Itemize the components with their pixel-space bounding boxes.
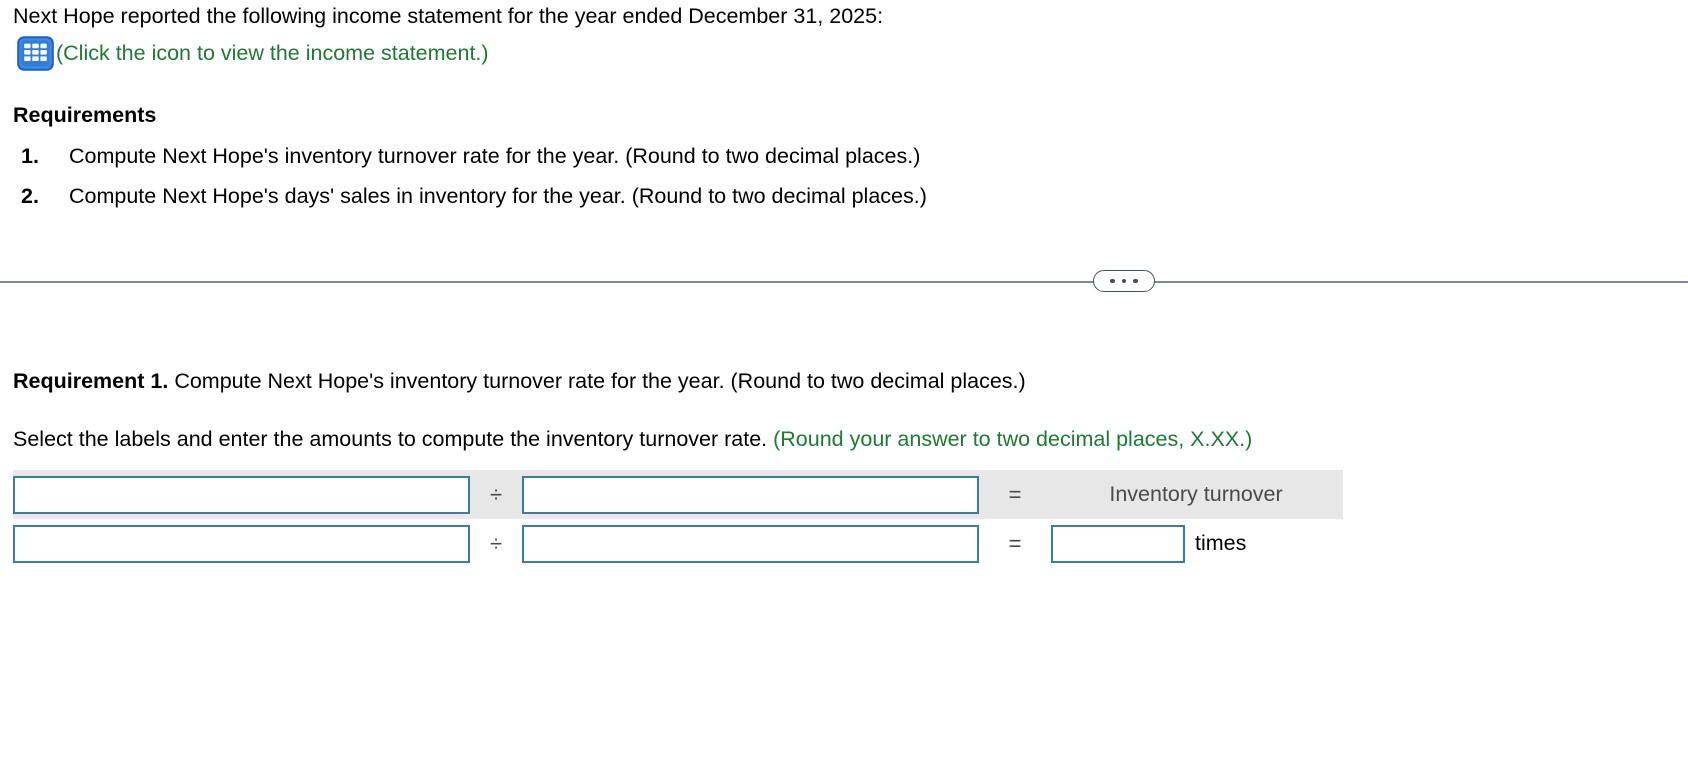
income-statement-caption[interactable]: (Click the icon to view the income state… bbox=[56, 39, 489, 67]
intro-sentence: Next Hope reported the following income … bbox=[13, 4, 884, 28]
requirement-number: 2. bbox=[21, 184, 39, 208]
section-divider bbox=[0, 270, 1688, 292]
spreadsheet-icon[interactable] bbox=[16, 35, 55, 72]
requirement1-label: Requirement 1. bbox=[13, 369, 169, 393]
divider-line bbox=[0, 281, 1688, 283]
denominator-label-field[interactable] bbox=[522, 475, 979, 514]
instruction-note: (Round your answer to two decimal places… bbox=[773, 427, 1253, 451]
requirement-text: Compute Next Hope's inventory turnover r… bbox=[69, 144, 921, 168]
requirement1-prompt: Compute Next Hope's inventory turnover r… bbox=[174, 369, 1026, 393]
result-label: Inventory turnover bbox=[1109, 482, 1283, 506]
divide-operator: ÷ bbox=[489, 481, 503, 507]
denominator-label-input[interactable] bbox=[524, 477, 977, 512]
expand-ellipsis-button[interactable] bbox=[1093, 270, 1155, 292]
ellipsis-dot bbox=[1110, 278, 1115, 284]
requirement-text: Compute Next Hope's days' sales in inven… bbox=[69, 184, 927, 208]
answer-unit-label: times bbox=[1195, 531, 1247, 555]
numerator-amount-field[interactable] bbox=[13, 524, 470, 563]
numerator-label-input[interactable] bbox=[15, 477, 468, 512]
requirement-item: 1. Compute Next Hope's inventory turnove… bbox=[13, 136, 1413, 176]
requirement1-instruction: Select the labels and enter the amounts … bbox=[13, 425, 1252, 453]
requirement1-heading: Requirement 1. Compute Next Hope's inven… bbox=[13, 367, 1026, 395]
formula-row-labels: ÷ = Inventory turnover bbox=[13, 470, 1343, 519]
requirements-list: 1. Compute Next Hope's inventory turnove… bbox=[13, 136, 1413, 216]
ellipsis-dot bbox=[1133, 278, 1138, 284]
income-statement-link-row[interactable]: (Click the icon to view the income state… bbox=[16, 34, 489, 72]
requirements-heading: Requirements bbox=[13, 103, 157, 127]
inventory-turnover-formula: ÷ = Inventory turnover ÷ = times bbox=[13, 470, 1343, 568]
equals-sign: = bbox=[1008, 530, 1022, 556]
numerator-label-field[interactable] bbox=[13, 475, 470, 514]
inventory-turnover-answer-field[interactable] bbox=[1051, 524, 1185, 563]
denominator-amount-input[interactable] bbox=[524, 526, 977, 561]
requirement-item: 2. Compute Next Hope's days' sales in in… bbox=[13, 176, 1413, 216]
instruction-text: Select the labels and enter the amounts … bbox=[13, 427, 768, 451]
ellipsis-dot bbox=[1121, 278, 1127, 284]
divide-operator: ÷ bbox=[489, 530, 503, 556]
inventory-turnover-answer-input[interactable] bbox=[1053, 526, 1183, 561]
denominator-amount-field[interactable] bbox=[522, 524, 979, 563]
requirement-number: 1. bbox=[21, 144, 39, 168]
numerator-amount-input[interactable] bbox=[15, 526, 468, 561]
formula-row-amounts: ÷ = times bbox=[13, 519, 1343, 568]
equals-sign: = bbox=[1008, 481, 1022, 507]
